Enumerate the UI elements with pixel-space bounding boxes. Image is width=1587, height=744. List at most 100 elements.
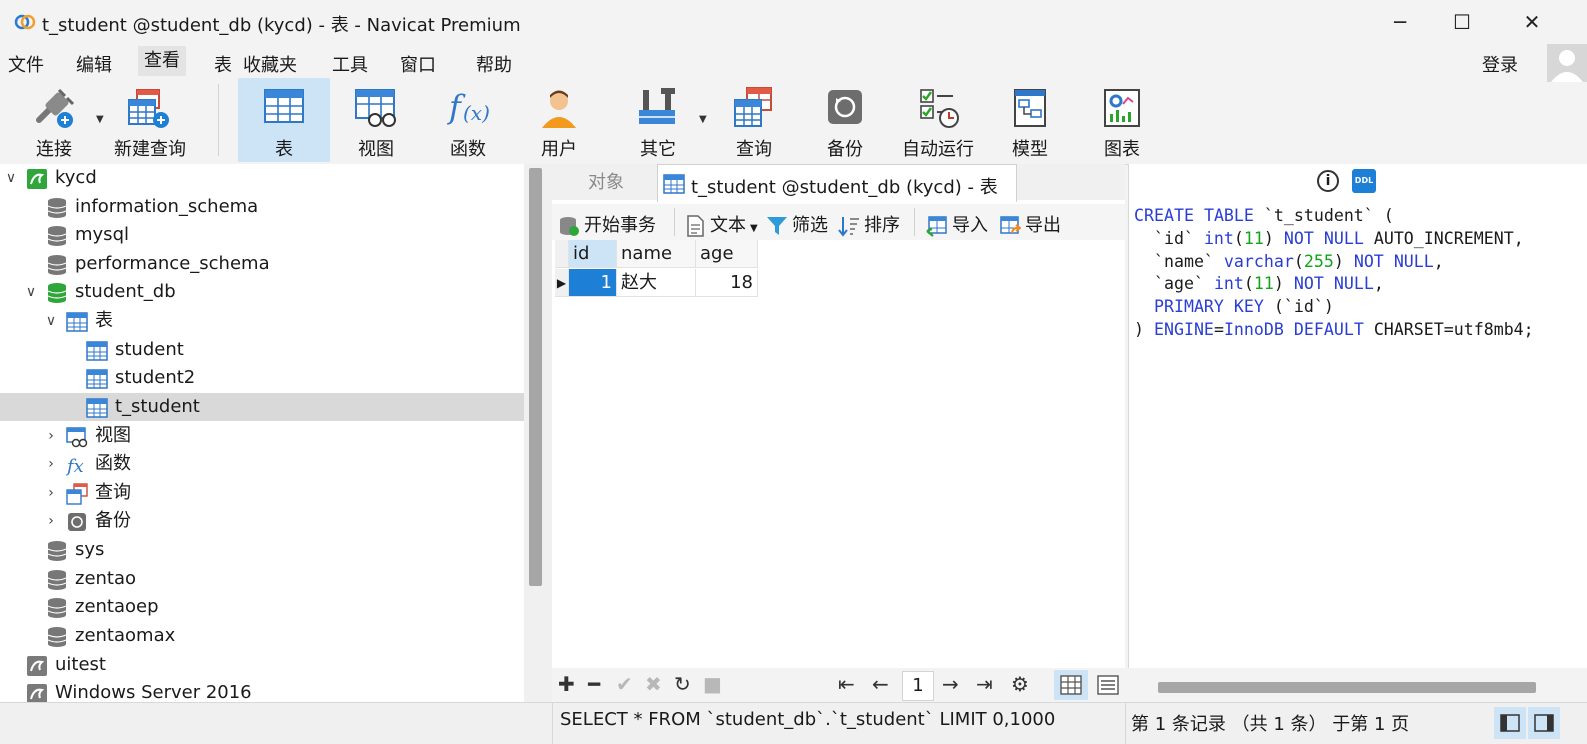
tree-table-student2[interactable]: student2 [0,364,524,392]
model-button[interactable]: 模型 [984,78,1076,162]
tree-db-mysql[interactable]: mysql [0,221,524,249]
import-button[interactable]: 导入 [926,211,988,237]
chevron-right-icon[interactable]: › [44,507,58,535]
ddl-scrollbar-thumb[interactable] [1158,682,1536,693]
chevron-down-icon[interactable]: ∨ [44,307,58,335]
avatar[interactable] [1547,44,1587,82]
maximize-button[interactable]: ☐ [1432,6,1492,38]
close-button[interactable]: ✕ [1502,6,1562,38]
ddl-icon[interactable]: DDL [1352,169,1376,193]
other-button[interactable]: 其它 [612,78,704,162]
row-indicator-icon[interactable]: ▶ [555,269,569,297]
first-page-button[interactable]: ⇤ [838,672,855,696]
tree-db-zentaoep[interactable]: zentaoep [0,593,524,621]
new-query-button[interactable]: 新建查询 [104,78,196,162]
chevron-down-icon[interactable]: ∨ [24,278,38,306]
last-page-button[interactable]: ⇥ [976,672,993,696]
export-button[interactable]: 导出 [999,211,1061,237]
chevron-down-icon[interactable]: ∨ [4,164,18,192]
delete-record-button[interactable]: ━ [588,672,600,696]
tree-folder-tables[interactable]: ∨ 表 [0,307,524,335]
tree-folder-queries[interactable]: › 查询 [0,479,524,507]
begin-transaction-button[interactable]: 开始事务 [558,211,656,237]
tree-folder-views[interactable]: › 视图 [0,422,524,450]
settings-gear-icon[interactable]: ⚙ [1011,672,1029,696]
connect-dropdown-icon[interactable]: ▼ [96,114,104,125]
tree-table-student[interactable]: student [0,336,524,364]
cell-id[interactable]: 1 [569,269,617,297]
grid-view-button[interactable] [1054,670,1088,700]
tree-db-sys[interactable]: sys [0,536,524,564]
status-divider [552,703,553,744]
menu-table[interactable]: 表 [214,51,232,77]
toolbar-divider [914,208,915,236]
toggle-right-panel-button[interactable] [1528,707,1560,739]
apply-changes-button[interactable]: ✔ [616,672,633,696]
tree-connection-kycd[interactable]: ∨ kycd [0,164,524,192]
sort-button[interactable]: 排序 [838,211,900,237]
tree-connection-windows-server[interactable]: Windows Server 2016 [0,679,524,702]
menu-view[interactable]: 查看 [138,46,186,76]
user-icon [542,90,576,128]
menu-file[interactable]: 文件 [8,51,44,77]
backup-icon [828,90,862,124]
chevron-right-icon[interactable]: › [44,422,58,450]
filter-button[interactable]: 筛选 [766,211,828,237]
form-view-button[interactable] [1093,670,1123,700]
auto-run-button[interactable]: 自动运行 [892,78,984,162]
column-header-name[interactable]: name [617,240,696,268]
tree-label: 查询 [95,482,131,503]
refresh-icon[interactable]: ↻ [674,672,691,696]
tree-db-zentao[interactable]: zentao [0,565,524,593]
tab-objects[interactable]: 对象 [556,166,656,200]
user-button[interactable]: 用户 [513,78,605,162]
table-button[interactable]: 表 [238,78,330,162]
tree-folder-functions[interactable]: › fx 函数 [0,450,524,478]
connect-button[interactable]: 连接 [8,78,100,162]
menu-favorites[interactable]: 收藏夹 [243,51,297,77]
database-icon [47,226,67,246]
tree-db-zentaomax[interactable]: zentaomax [0,622,524,650]
tree-folder-backups[interactable]: › 备份 [0,507,524,535]
ddl-line-6: ) ENGINE=InnoDB DEFAULT CHARSET=utf8mb4; [1134,319,1534,339]
tree-db-information-schema[interactable]: information_schema [0,193,524,221]
stop-button[interactable]: ■ [703,672,722,696]
toggle-left-panel-button[interactable] [1494,707,1526,739]
tree-table-t-student[interactable]: t_student [0,393,524,421]
menu-help[interactable]: 帮助 [476,51,512,77]
model-icon [1014,89,1046,127]
cell-name[interactable]: 赵大 [617,269,696,297]
tree-db-student-db[interactable]: ∨ student_db [0,278,524,306]
previous-page-button[interactable]: ← [872,672,889,696]
info-icon[interactable]: i [1317,170,1339,192]
chevron-right-icon[interactable]: › [44,479,58,507]
column-header-age[interactable]: age [696,240,758,268]
cell-age[interactable]: 18 [696,269,758,297]
grid-corner [555,240,569,268]
function-button[interactable]: f (x) 函数 [422,78,514,162]
menu-tools[interactable]: 工具 [332,51,368,77]
data-toolbar: 开始事务 文本 ▼ 筛选 排序 导入 导出 [552,204,1125,240]
other-dropdown-icon[interactable]: ▼ [699,114,707,125]
view-button[interactable]: 视图 [330,78,422,162]
login-link[interactable]: 登录 [1482,51,1518,77]
column-header-id[interactable]: id [569,240,617,268]
chevron-right-icon[interactable]: › [44,450,58,478]
discard-changes-button[interactable]: ✖ [645,672,662,696]
tab-t-student[interactable]: t_student @student_db (kycd) - 表 [657,164,1017,202]
query-label: 查询 [736,139,772,160]
menu-window[interactable]: 窗口 [400,51,436,77]
query-button[interactable]: 查询 [708,78,800,162]
next-page-button[interactable]: → [942,672,959,696]
add-record-button[interactable]: ✚ [558,672,575,696]
page-number-input[interactable]: 1 [902,671,934,701]
tree-connection-uitest[interactable]: uitest [0,651,524,679]
chart-button[interactable]: 图表 [1076,78,1168,162]
menu-edit[interactable]: 编辑 [76,51,112,77]
tree-scrollbar-thumb[interactable] [529,168,542,586]
minimize-button[interactable]: ─ [1370,6,1430,38]
tree-db-performance-schema[interactable]: performance_schema [0,250,524,278]
database-icon [47,541,67,561]
backup-button[interactable]: 备份 [799,78,891,162]
text-button[interactable]: 文本 ▼ [684,211,758,237]
